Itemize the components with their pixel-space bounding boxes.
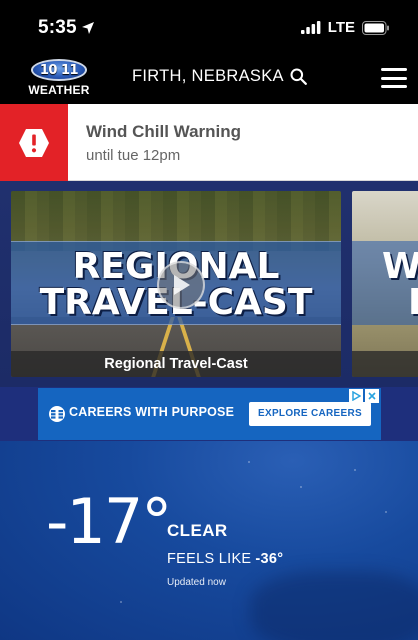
video-graphic-line-2: F <box>408 285 418 321</box>
status-time: 5:35 <box>38 17 77 38</box>
station-logo[interactable]: 10 11 WEATHER <box>28 56 90 100</box>
location-selector[interactable]: FIRTH, NEBRASKA <box>132 67 307 86</box>
alert-subtitle: until tue 12pm <box>86 147 181 164</box>
video-graphic-line-1: W <box>382 246 418 287</box>
ad-choices[interactable] <box>349 389 379 403</box>
ad-row: CAREERS WITH PURPOSE EXPLORE CAREERS <box>0 387 418 441</box>
location-label: FIRTH, NEBRASKA <box>132 67 284 85</box>
signal-icon <box>300 21 321 34</box>
logo-number: 10 11 <box>39 62 79 78</box>
advertiser-logo-icon <box>49 406 65 422</box>
hamburger-menu-button[interactable] <box>381 68 407 88</box>
current-temperature: -17° <box>46 485 172 558</box>
menu-bar <box>381 85 407 88</box>
search-icon <box>290 68 307 85</box>
video-caption <box>352 351 418 377</box>
feels-like: FEELS LIKE -36° <box>167 551 283 567</box>
ad-banner[interactable]: CAREERS WITH PURPOSE EXPLORE CAREERS <box>38 388 381 440</box>
menu-bar <box>381 68 407 71</box>
play-button[interactable] <box>157 261 205 309</box>
background-speck <box>248 461 250 463</box>
alert-title: Wind Chill Warning <box>86 122 242 141</box>
app-header: 10 11 WEATHER FIRTH, NEBRASKA <box>0 56 418 104</box>
status-time-group: 5:35 <box>38 17 95 39</box>
logo-badge: 10 11 <box>31 59 87 81</box>
status-indicators: LTE <box>300 19 390 36</box>
network-label: LTE <box>327 19 355 36</box>
feels-like-label: FEELS LIKE <box>167 551 252 567</box>
ad-headline: CAREERS WITH PURPOSE <box>69 405 235 419</box>
video-card[interactable]: REGIONAL TRAVEL-CAST Regional Travel-Cas… <box>11 191 341 377</box>
video-card[interactable]: W F <box>352 191 418 377</box>
status-bar: 5:35 LTE <box>0 0 418 56</box>
video-carousel[interactable]: REGIONAL TRAVEL-CAST Regional Travel-Cas… <box>0 181 418 387</box>
background-haze <box>250 571 418 640</box>
location-arrow-icon <box>81 22 94 34</box>
logo-word: WEATHER <box>28 83 90 97</box>
warning-icon <box>19 128 49 157</box>
ad-cta-button[interactable]: EXPLORE CAREERS <box>249 402 371 426</box>
background-speck <box>385 511 387 513</box>
play-icon <box>174 275 190 295</box>
close-ad-icon[interactable] <box>365 389 379 403</box>
feels-like-value: -36° <box>255 551 284 567</box>
adchoices-icon[interactable] <box>349 389 363 403</box>
background-speck <box>354 469 356 471</box>
updated-timestamp: Updated now <box>167 577 226 588</box>
background-speck <box>120 601 122 603</box>
weather-alert-banner[interactable]: Wind Chill Warning until tue 12pm <box>0 104 418 181</box>
battery-icon <box>362 20 389 35</box>
video-caption: Regional Travel-Cast <box>11 351 341 377</box>
alert-badge <box>0 104 68 181</box>
background-speck <box>300 486 302 488</box>
menu-bar <box>381 76 407 80</box>
condition-label: CLEAR <box>167 521 228 540</box>
current-conditions[interactable]: -17° CLEAR FEELS LIKE -36° Updated now <box>0 441 418 640</box>
